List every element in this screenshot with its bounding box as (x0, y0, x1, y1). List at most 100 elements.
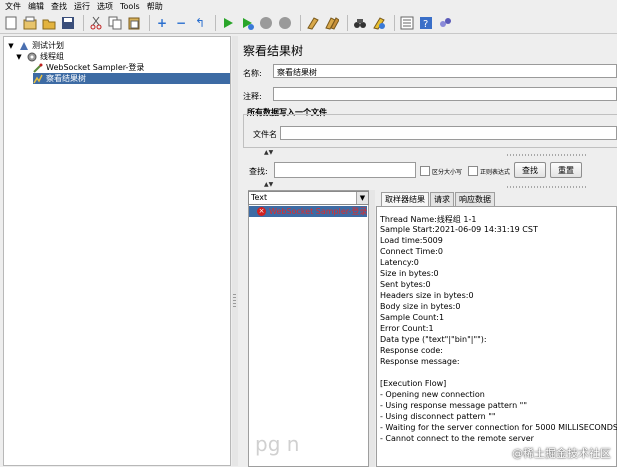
detail-line: Connect Time:0 (380, 247, 443, 256)
toggle-icon[interactable]: ↰ (192, 15, 208, 31)
name-field[interactable]: 察看结果树 (273, 64, 617, 78)
toolbar-separator (149, 14, 150, 31)
stop-icon[interactable] (258, 15, 274, 31)
detail-line: - Using response message pattern "" (380, 401, 528, 410)
results-splitter[interactable] (369, 190, 375, 467)
expanded-toggle-icon[interactable]: ▼ (6, 41, 16, 51)
watermark: @稀土掘金技术社区 (512, 447, 611, 460)
test-plan-icon (19, 41, 29, 51)
clear-all-icon[interactable] (324, 15, 340, 31)
find-button[interactable]: 查找 (514, 162, 546, 178)
sample-results-list (248, 190, 369, 467)
menu-run[interactable]: 运行 (74, 1, 90, 12)
renderer-select[interactable]: Text ▼ (248, 191, 369, 205)
detail-line: Error Count:1 (380, 324, 434, 333)
detail-line: Size in bytes:0 (380, 269, 439, 278)
detail-line: - Cannot connect to the remote server (380, 434, 534, 443)
search-icon[interactable] (352, 15, 368, 31)
toolbar-separator (83, 14, 84, 31)
detail-line: - Waiting for the server connection for … (380, 423, 617, 432)
detail-line: Load time:5009 (380, 236, 443, 245)
detail-line: Sent bytes:0 (380, 280, 431, 289)
expand-icon[interactable]: + (154, 15, 170, 31)
comment-field[interactable] (273, 87, 617, 101)
result-tabs: 取样器结果 请求 响应数据 (381, 192, 496, 206)
expanded-toggle-icon[interactable]: ▼ (14, 52, 24, 62)
case-sensitive-label: 区分大小写 (432, 169, 463, 176)
paste-icon[interactable] (126, 15, 142, 31)
tab-request[interactable]: 请求 (430, 192, 454, 206)
thread-group-icon (27, 52, 37, 62)
detail-line: Data type ("text"|"bin"|""): (380, 335, 487, 344)
start-icon[interactable] (220, 15, 236, 31)
regex-label: 正则表达式 (480, 169, 511, 176)
filename-field[interactable] (280, 126, 617, 140)
error-icon: × (257, 207, 266, 216)
templates-icon[interactable] (22, 15, 38, 31)
collapse-icon[interactable]: − (173, 15, 189, 31)
detail-line: Latency:0 (380, 258, 419, 267)
toolbar: + − ↰ ? (0, 12, 617, 34)
tree-node-label: 线程组 (40, 52, 64, 61)
detail-line: Thread Name:线程组 1-1 (380, 215, 477, 224)
tree-node-websocket-sampler[interactable]: WebSocket Sampler-登录 (33, 62, 144, 73)
save-icon[interactable] (60, 15, 76, 31)
clear-icon[interactable] (305, 15, 321, 31)
dropdown-arrow-icon[interactable]: ▼ (356, 192, 368, 204)
detail-line: Sample Start:2021-06-09 14:31:19 CST (380, 225, 538, 234)
sample-result-label: WebSocket Sampler-登录 (269, 207, 368, 216)
sample-result-item[interactable]: × WebSocket Sampler-登录 (249, 206, 367, 217)
menu-file[interactable]: 文件 (5, 1, 21, 12)
detail-line: Body size in bytes:0 (380, 302, 461, 311)
menu-search[interactable]: 查找 (51, 1, 67, 12)
name-label: 名称: (243, 69, 262, 78)
search-label: 查找: (249, 167, 268, 176)
main-splitter[interactable] (232, 36, 238, 466)
tree-node-thread-group[interactable]: ▼ 线程组 (14, 51, 64, 62)
case-sensitive-checkbox[interactable] (420, 166, 430, 176)
menu-options[interactable]: 选项 (97, 1, 113, 12)
start-no-pause-icon[interactable] (239, 15, 255, 31)
menu-tools[interactable]: Tools (120, 2, 140, 11)
reset-search-icon[interactable] (371, 15, 387, 31)
tree-node-test-plan[interactable]: ▼ 测试计划 (6, 40, 64, 51)
panel-title: 察看结果树 (243, 44, 304, 58)
sampler-icon (33, 63, 43, 73)
overlay-ghost-text: pg n (255, 432, 300, 456)
tab-response-data[interactable]: 响应数据 (455, 192, 495, 206)
tree-node-view-results-tree[interactable]: 察看结果树 (33, 73, 230, 84)
toolbar-separator (347, 14, 348, 31)
renderer-value: Text (251, 193, 268, 202)
reset-button[interactable]: 重置 (550, 162, 582, 178)
menu-bar: 文件 编辑 查找 运行 选项 Tools 帮助 (0, 0, 617, 12)
toolbar-separator (394, 14, 395, 31)
cut-icon[interactable] (88, 15, 104, 31)
splitter-grip[interactable] (233, 294, 236, 308)
help-icon[interactable]: ? (418, 15, 434, 31)
detail-line: Response code: (380, 346, 443, 355)
menu-edit[interactable]: 编辑 (28, 1, 44, 12)
tab-sampler-result[interactable]: 取样器结果 (381, 192, 429, 206)
tree-node-label: 察看结果树 (46, 74, 86, 83)
remote-icon[interactable] (437, 15, 453, 31)
collapse-ruler[interactable]: ▲▼ (239, 149, 617, 157)
sampler-result-detail: Thread Name:线程组 1-1 Sample Start:2021-06… (376, 206, 617, 467)
menu-help[interactable]: 帮助 (147, 1, 163, 12)
new-icon[interactable] (3, 15, 19, 31)
filename-label: 文件名 (253, 130, 277, 139)
shutdown-icon[interactable] (277, 15, 293, 31)
detail-line: Sample Count:1 (380, 313, 445, 322)
open-icon[interactable] (41, 15, 57, 31)
detail-line: - Opening new connection (380, 390, 485, 399)
tree-node-label: WebSocket Sampler-登录 (46, 63, 145, 72)
detail-line: Headers size in bytes:0 (380, 291, 474, 300)
detail-line: Response message: (380, 357, 460, 366)
tree-node-label: 测试计划 (32, 41, 64, 50)
function-helper-icon[interactable] (399, 15, 415, 31)
collapse-ruler[interactable]: ▲▼ (239, 181, 617, 189)
detail-line: - Using disconnect pattern "" (380, 412, 496, 421)
search-field[interactable] (274, 162, 416, 178)
copy-icon[interactable] (107, 15, 123, 31)
comment-label: 注释: (243, 92, 262, 101)
regex-checkbox[interactable] (468, 166, 478, 176)
